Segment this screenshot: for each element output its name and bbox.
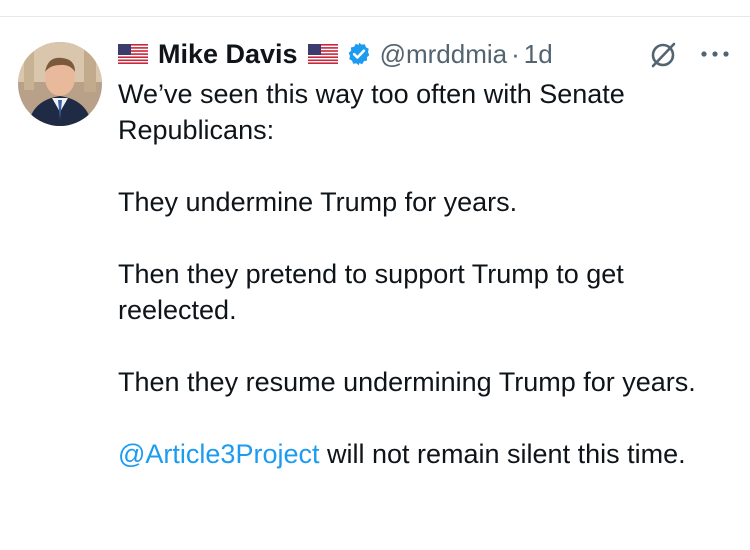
mention-link[interactable]: @Article3Project bbox=[118, 439, 319, 469]
divider bbox=[0, 16, 750, 17]
tweet-paragraph: We’ve seen this way too often with Senat… bbox=[118, 79, 625, 145]
more-options-icon[interactable] bbox=[698, 46, 732, 62]
tweet-final-text: will not remain silent this time. bbox=[319, 439, 686, 469]
display-name[interactable]: Mike Davis bbox=[158, 39, 298, 70]
tweet-header: Mike Davis @mrddmia · 1d bbox=[118, 34, 738, 74]
grok-icon[interactable] bbox=[648, 40, 678, 70]
user-handle[interactable]: @mrddmia bbox=[380, 39, 508, 70]
tweet-text: We’ve seen this way too often with Senat… bbox=[118, 76, 718, 472]
tweet: Mike Davis @mrddmia · 1d We’ve seen this… bbox=[118, 34, 738, 472]
tweet-paragraph: Then they pretend to support Trump to ge… bbox=[118, 259, 624, 325]
us-flag-icon bbox=[118, 44, 148, 64]
verified-badge-icon bbox=[346, 41, 372, 67]
separator-dot: · bbox=[511, 38, 520, 69]
us-flag-icon bbox=[307, 44, 338, 64]
timestamp[interactable]: 1d bbox=[524, 39, 553, 70]
tweet-paragraph: Then they resume undermining Trump for y… bbox=[118, 367, 696, 397]
tweet-paragraph: @Article3Project will not remain silent … bbox=[118, 436, 718, 472]
avatar[interactable] bbox=[18, 42, 102, 126]
tweet-paragraph: They undermine Trump for years. bbox=[118, 187, 518, 217]
tweet-page: Mike Davis @mrddmia · 1d We’ve seen this… bbox=[0, 0, 750, 550]
